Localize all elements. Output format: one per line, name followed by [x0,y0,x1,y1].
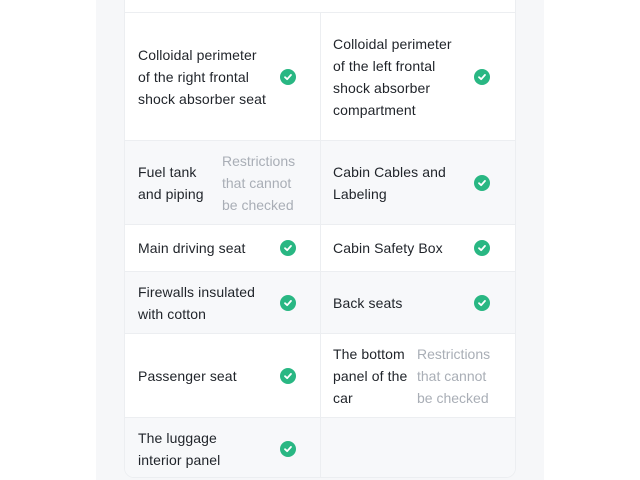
check-circle-icon [280,240,296,256]
item-label: Firewalls insulated with cotton [138,283,256,322]
table-row: Fuel tank and piping Restrictions that c… [125,141,515,225]
inspection-item: Firewalls insulated with cotton [125,272,320,333]
item-label: The luggage interior panel [138,430,221,468]
empty-cell [320,418,515,477]
status-text: Restrictions that cannot be checked [222,152,296,213]
check-circle-icon [280,367,296,384]
inspection-item: Colloidal perimeter of the right frontal… [125,13,320,140]
check-circle-icon [474,68,490,85]
inspection-item: Cabin Cables and Labeling [320,141,515,224]
item-label: Colloidal perimeter of the left frontal … [333,35,452,118]
check-circle-icon [474,294,490,311]
check-circle-icon [280,441,296,457]
table-row: The luggage interior panel [125,418,515,477]
check-circle-icon [280,68,296,85]
inspection-item: Cabin Safety Box [320,225,515,271]
check-circle-icon [474,174,490,191]
item-label: Cabin Safety Box [333,240,443,256]
inspection-item: Back seats [320,272,515,333]
inspection-item: Fuel tank and piping Restrictions that c… [125,141,320,224]
item-label: Passenger seat [138,367,237,384]
item-label: Fuel tank and piping [138,163,204,202]
table-row: Firewalls insulated with cotton Back sea… [125,272,515,334]
item-label: The bottom panel of the car [333,345,408,406]
inspection-item: The bottom panel of the car Restrictions… [320,334,515,417]
check-circle-icon [474,240,490,256]
status-text: Restrictions that cannot be checked [417,345,491,406]
item-label: Back seats [333,294,403,311]
table-row: Passenger seat The bottom panel of the c… [125,334,515,418]
item-label: Cabin Cables and Labeling [333,163,446,202]
inspection-item: Colloidal perimeter of the left frontal … [320,13,515,140]
check-circle-icon [280,294,296,311]
table-row: Colloidal perimeter of the right frontal… [125,13,515,141]
inspection-item: The luggage interior panel [125,418,320,477]
inspection-item: Passenger seat [125,334,320,417]
inspection-items-card: Colloidal perimeter of the right frontal… [124,0,516,478]
inspection-item: Main driving seat [125,225,320,271]
item-label: Colloidal perimeter of the right frontal… [138,46,266,107]
item-label: Main driving seat [138,240,246,256]
table-row: Main driving seat Cabin Safety Box [125,225,515,272]
